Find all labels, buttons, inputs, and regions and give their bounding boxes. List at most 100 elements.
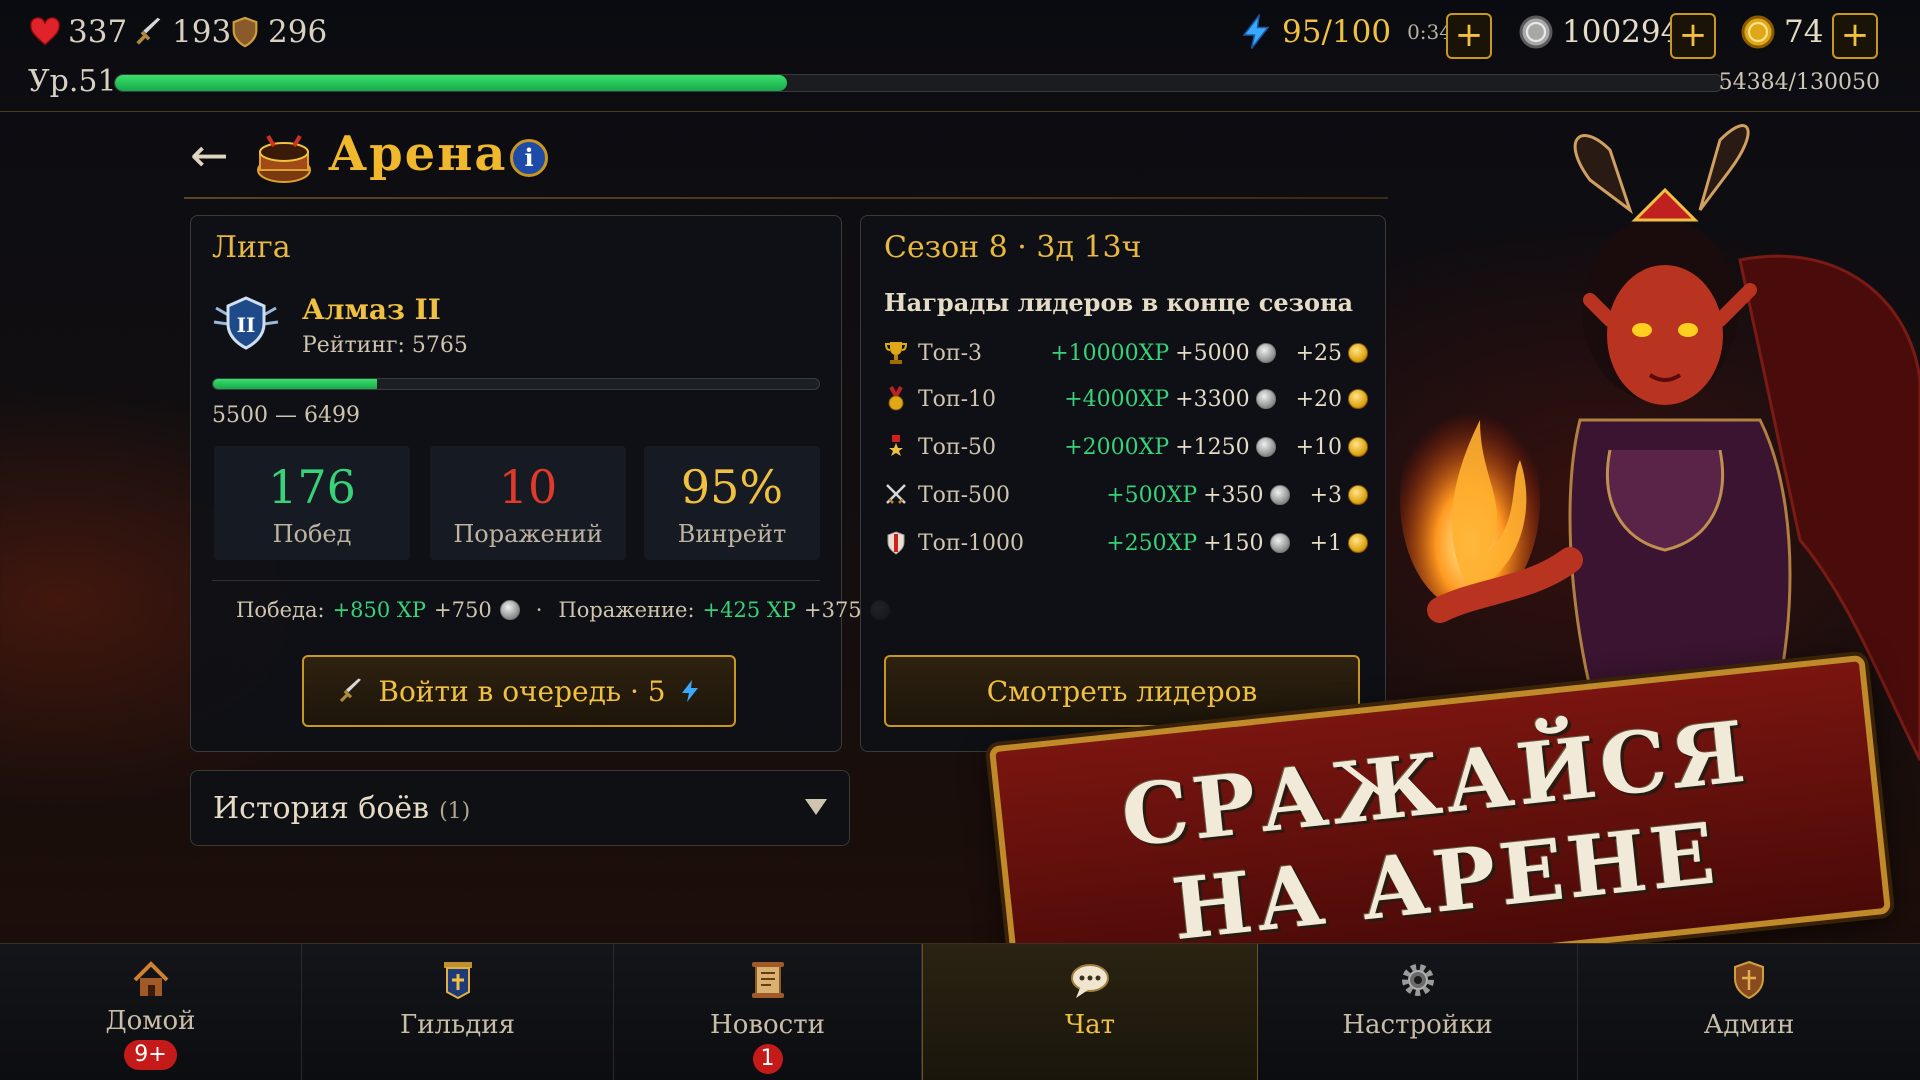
nav-chat-label: Чат (1065, 1010, 1115, 1040)
player-level: Ур.51 (28, 64, 117, 99)
reward-separator: · (535, 598, 543, 622)
bottom-nav: Домой 9+ Гильдия Новости 1 Чат Настройки… (0, 943, 1920, 1080)
reward-silver: +350 (1203, 482, 1264, 508)
energy-display: 95/100 0:34 (1238, 14, 1452, 50)
silver-coin-icon (499, 600, 520, 620)
nav-news[interactable]: Новости 1 (614, 944, 922, 1080)
view-leaders-label: Смотреть лидеров (986, 674, 1258, 708)
nav-settings-label: Настройки (1342, 1010, 1493, 1040)
wins-value: 176 (268, 460, 356, 514)
reward-silver: +5000 (1175, 340, 1250, 366)
win-reward-xp: +850 XP (332, 598, 426, 622)
nav-settings[interactable]: Настройки (1258, 944, 1578, 1080)
reward-tier-name: Топ-50 (918, 434, 997, 460)
lightning-icon (681, 680, 698, 702)
league-range: 5500 — 6499 (212, 403, 360, 428)
reward-values: +2000XP +1250 +10 (1064, 435, 1368, 460)
silver-coin-icon (1269, 533, 1290, 553)
league-progress-bar (212, 378, 820, 390)
winrate-box: 95% Винрейт (644, 446, 820, 560)
gold-display: 74 (1740, 14, 1823, 50)
add-gold-button[interactable]: + (1832, 13, 1878, 59)
reward-gold: +3 (1309, 482, 1342, 508)
sword-icon (136, 17, 161, 45)
reward-row: Топ-1000 +250XP +150 +1 (884, 526, 1368, 560)
gold-coin-icon (1348, 389, 1368, 409)
battle-history-count: (1) (439, 799, 471, 824)
reward-values: +250XP +150 +1 (1106, 531, 1368, 556)
info-button[interactable]: i (510, 139, 548, 177)
league-rating: Рейтинг: 5765 (302, 333, 468, 358)
nav-admin[interactable]: Админ (1578, 944, 1920, 1080)
health-value: 337 (68, 14, 128, 50)
defense-value: 296 (268, 14, 328, 50)
reward-row: Топ-500 +500XP +350 +3 (884, 478, 1368, 512)
league-title: Лига (212, 230, 291, 265)
reward-row: Топ-3 +10000XP +5000 +25 (884, 336, 1368, 370)
page-title: Арена (328, 126, 508, 182)
reward-gold: +20 (1295, 386, 1342, 412)
nav-guild[interactable]: Гильдия (302, 944, 614, 1080)
reward-tier-name: Топ-3 (918, 340, 983, 366)
reward-silver: +1250 (1175, 434, 1250, 460)
gold-coin-icon (1348, 343, 1368, 363)
reward-values: +500XP +350 +3 (1106, 483, 1368, 508)
nav-home-label: Домой (105, 1006, 196, 1036)
heart-icon (30, 16, 60, 46)
back-button[interactable]: ← (190, 128, 229, 182)
star-medal-icon (889, 435, 903, 456)
add-silver-button[interactable]: + (1670, 13, 1716, 59)
chevron-down-icon (805, 799, 827, 815)
attack-stat: 193 (132, 14, 231, 50)
reward-xp: +2000XP (1064, 434, 1170, 460)
arena-icon (257, 134, 311, 183)
add-energy-button[interactable]: + (1446, 13, 1492, 59)
reward-xp: +4000XP (1064, 386, 1170, 412)
league-rank: Алмаз II (302, 293, 441, 326)
silver-coin-icon (1269, 485, 1290, 505)
nav-home[interactable]: Домой 9+ (0, 944, 302, 1080)
xp-progress-fill (115, 75, 788, 91)
battle-history-toggle[interactable]: История боёв (1) (190, 770, 850, 846)
wins-label: Побед (272, 520, 352, 548)
silver-coin-icon (1255, 437, 1276, 457)
league-divider (212, 580, 820, 581)
shield-icon (887, 531, 905, 555)
shield-icon (232, 16, 258, 48)
battle-history-label: История боёв (213, 791, 430, 826)
wins-box: 176 Побед (214, 446, 410, 560)
league-progress-fill (213, 379, 377, 389)
match-rewards: Победа: +850 XP +750 · Поражение: +425 X… (236, 598, 890, 622)
attack-value: 193 (172, 14, 232, 50)
reward-tier-name: Топ-1000 (918, 530, 1025, 556)
season-title: Сезон 8 · 3д 13ч (884, 230, 1142, 265)
loss-reward-silver: +375 (803, 598, 862, 622)
win-reward-label: Победа: (236, 598, 325, 622)
reward-row: Топ-10 +4000XP +3300 +20 (884, 382, 1368, 416)
chat-bubble-icon (1071, 964, 1109, 998)
top-bar: 337 193 296 95/100 0:34 + 100294 + 74 + … (0, 0, 1920, 112)
reward-silver: +150 (1203, 530, 1264, 556)
losses-box: 10 Поражений (430, 446, 626, 560)
reward-xp: +500XP (1106, 482, 1198, 508)
loss-reward-xp: +425 XP (702, 598, 796, 622)
gold-coin-icon (1741, 15, 1775, 49)
silver-coin-icon (1255, 389, 1276, 409)
lightning-icon (1242, 14, 1270, 49)
silver-value: 100294 (1562, 14, 1681, 50)
losses-value: 10 (498, 460, 558, 514)
reward-gold: +1 (1309, 530, 1342, 556)
reward-tier-name: Топ-500 (918, 482, 1011, 508)
gold-coin-icon (1348, 437, 1368, 457)
scroll-icon (751, 962, 784, 998)
energy-value: 95/100 (1282, 14, 1392, 50)
nav-chat[interactable]: Чат (922, 944, 1258, 1080)
reward-xp: +10000XP (1050, 340, 1170, 366)
sword-icon (340, 678, 362, 703)
silver-display: 100294 (1518, 14, 1680, 50)
xp-progress-bar (114, 74, 1724, 92)
gold-coin-icon (1348, 485, 1368, 505)
admin-shield-icon (1734, 960, 1764, 1000)
join-queue-button[interactable]: Войти в очередь · 5 (302, 655, 736, 727)
season-rewards-subtitle: Награды лидеров в конце сезона (884, 288, 1354, 317)
